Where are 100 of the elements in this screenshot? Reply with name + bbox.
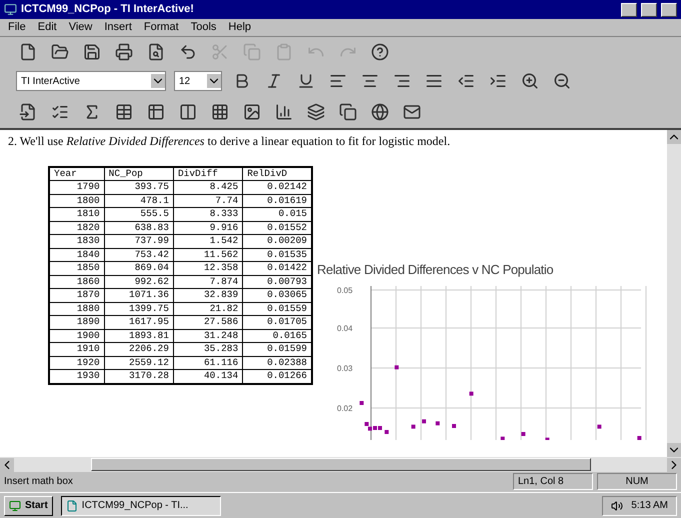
table-cell: 555.5	[104, 208, 174, 221]
size-dropdown[interactable]: 12	[174, 71, 222, 91]
scroll-right-icon[interactable]	[667, 458, 681, 472]
maximize-button[interactable]	[641, 2, 657, 16]
clock: 5:13 AM	[631, 499, 668, 513]
table-cell: 12.358	[173, 262, 243, 275]
column-header: NC_Pop	[104, 167, 174, 180]
menu-item[interactable]: Edit	[38, 19, 57, 36]
speaker-icon[interactable]	[611, 500, 624, 512]
window-title: ICTCM99_NCPop - TI InterActive!	[21, 2, 195, 18]
table-cell: 2206.29	[104, 342, 174, 356]
start-button[interactable]: Start	[4, 496, 53, 516]
table-cell: 737.99	[104, 234, 174, 248]
data-point	[521, 432, 526, 436]
table-cell: 7.874	[173, 275, 243, 288]
table-cell: 1890	[49, 316, 104, 329]
table-cell: 1920	[49, 356, 104, 370]
windows-logo-icon	[9, 500, 21, 512]
table-cell: 0.01422	[242, 262, 312, 275]
data-point	[452, 424, 456, 428]
status-message: Insert math box	[4, 474, 74, 488]
y-tick-label: 0.04	[337, 324, 353, 333]
table-cell: 32.839	[173, 288, 243, 302]
scroll-down-icon[interactable]	[667, 443, 681, 457]
table-cell: 61.116	[173, 356, 243, 370]
table-cell: 0.01535	[242, 248, 312, 262]
data-point	[360, 401, 364, 405]
menu-item[interactable]: File	[8, 19, 26, 36]
y-tick-label: 0.03	[337, 364, 353, 373]
data-point	[422, 419, 426, 424]
font-dropdown[interactable]: TI InterActive	[16, 71, 166, 91]
table-cell: 869.04	[104, 262, 174, 275]
table-cell: 0.01705	[242, 316, 312, 329]
table-cell: 9.916	[173, 221, 243, 234]
table-cell: 0.01599	[242, 342, 312, 356]
table-cell: 7.74	[173, 194, 243, 208]
table-cell: 753.42	[104, 248, 174, 262]
column-header: DivDiff	[173, 167, 243, 180]
table-cell: 0.00793	[242, 275, 312, 288]
document-icon	[66, 500, 78, 512]
table-cell: 8.333	[173, 208, 243, 221]
table-cell: 0.02388	[242, 356, 312, 370]
table-cell: 1790	[49, 180, 104, 194]
menu-item[interactable]: Tools	[190, 19, 216, 36]
table-cell: 8.425	[173, 180, 243, 194]
table-cell: 992.62	[104, 275, 174, 288]
table-cell: 0.02142	[242, 180, 312, 194]
menu-item[interactable]: Format	[144, 19, 179, 36]
minimize-button[interactable]	[621, 2, 637, 16]
table-cell: 638.83	[104, 221, 174, 234]
table-cell: 1850	[49, 262, 104, 275]
y-tick-label: 0.05	[337, 286, 353, 295]
vertical-scrollbar[interactable]	[667, 130, 681, 457]
table-cell: 1870	[49, 288, 104, 302]
column-header: RelDivD	[242, 167, 312, 180]
taskbar-task[interactable]: ICTCM99_NCPop - TI...	[60, 496, 221, 516]
close-button[interactable]	[661, 2, 677, 16]
table-cell: 0.00209	[242, 234, 312, 248]
table-cell: 393.75	[104, 180, 174, 194]
table-cell: 0.015	[242, 208, 312, 221]
instruction-text: 2. We'll use Relative Divided Differences to derive a linear equation to fit for logistic model.	[8, 133, 452, 150]
table-cell: 1860	[49, 275, 104, 288]
table-cell: 35.283	[173, 342, 243, 356]
table-cell: 1900	[49, 329, 104, 342]
scroll-thumb[interactable]	[90, 458, 590, 471]
menu-item[interactable]: Insert	[104, 19, 132, 36]
scroll-up-icon[interactable]	[667, 130, 681, 144]
table-cell: 0.01552	[242, 221, 312, 234]
data-point	[469, 392, 474, 396]
chart-title: Relative Divided Differences v NC Populatio	[317, 262, 554, 277]
app-icon	[4, 3, 17, 16]
y-tick-label: 0.02	[337, 404, 353, 413]
data-point	[394, 365, 399, 370]
cursor-position: Ln1, Col 8	[513, 472, 593, 490]
table-cell: 1617.95	[104, 316, 174, 329]
scroll-left-icon[interactable]	[0, 458, 14, 472]
table-cell: 1399.75	[104, 302, 174, 316]
table-cell: 27.586	[173, 316, 243, 329]
table-cell: 1071.36	[104, 288, 174, 302]
table-cell: 1820	[49, 221, 104, 234]
data-point	[637, 436, 642, 440]
table-cell: 1893.81	[104, 329, 174, 342]
table-cell: 478.1	[104, 194, 174, 208]
horizontal-scrollbar[interactable]	[0, 457, 681, 472]
table-cell: 1800	[49, 194, 104, 208]
menu-item[interactable]: View	[68, 19, 92, 36]
table-cell: 0.0165	[242, 329, 312, 342]
table-cell: 11.562	[173, 248, 243, 262]
table-cell: 0.03065	[242, 288, 312, 302]
data-point	[597, 424, 602, 429]
data-point	[545, 438, 550, 440]
table-cell: 1880	[49, 302, 104, 316]
table-cell: 0.01559	[242, 302, 312, 316]
menu-item[interactable]: Help	[228, 19, 252, 36]
table-cell: 1840	[49, 248, 104, 262]
table-cell: 0.01619	[242, 194, 312, 208]
table-cell: 21.82	[173, 302, 243, 316]
num-lock-indicator: NUM	[597, 472, 677, 490]
data-point	[411, 424, 416, 429]
table-cell: 2559.12	[104, 356, 174, 370]
